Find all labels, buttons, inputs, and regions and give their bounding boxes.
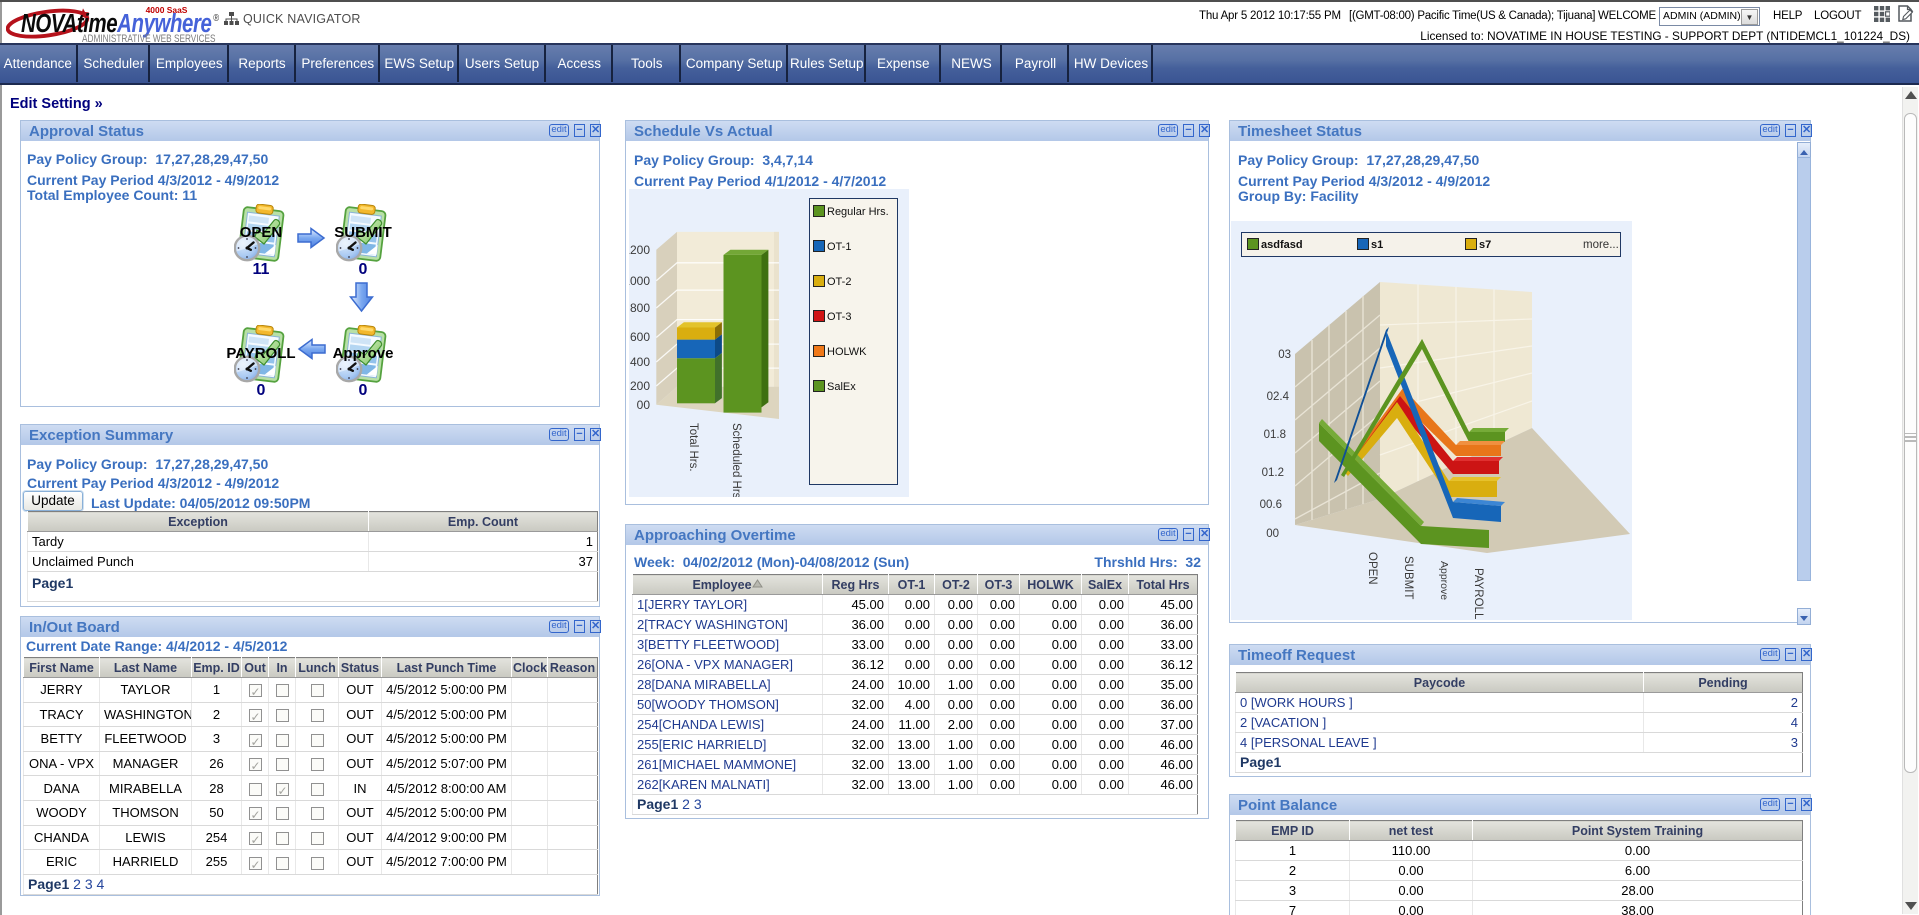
svg-text:800: 800 (630, 301, 650, 315)
svg-text:02.4: 02.4 (1267, 391, 1290, 403)
svg-text:600: 600 (630, 330, 650, 344)
svg-text:1200: 1200 (629, 243, 650, 257)
svg-text:00.6: 00.6 (1260, 499, 1282, 511)
svg-text:1000: 1000 (629, 274, 650, 288)
svg-text:OPEN: OPEN (1366, 552, 1378, 585)
svg-text:400: 400 (630, 355, 650, 369)
svg-text:01.2: 01.2 (1262, 467, 1284, 479)
svg-text:Approve: Approve (1438, 561, 1450, 600)
svg-text:00: 00 (637, 398, 651, 412)
svg-text:200: 200 (630, 379, 650, 393)
svg-text:03: 03 (1278, 349, 1291, 361)
svg-text:SUBMIT: SUBMIT (1402, 556, 1414, 599)
svg-text:PAYROLL: PAYROLL (1472, 568, 1484, 620)
svg-text:Total Hrs.: Total Hrs. (687, 423, 699, 472)
svg-text:01.8: 01.8 (1264, 429, 1286, 441)
svg-text:Scheduled Hrs.: Scheduled Hrs. (730, 423, 742, 497)
svg-text:00: 00 (1266, 528, 1279, 540)
